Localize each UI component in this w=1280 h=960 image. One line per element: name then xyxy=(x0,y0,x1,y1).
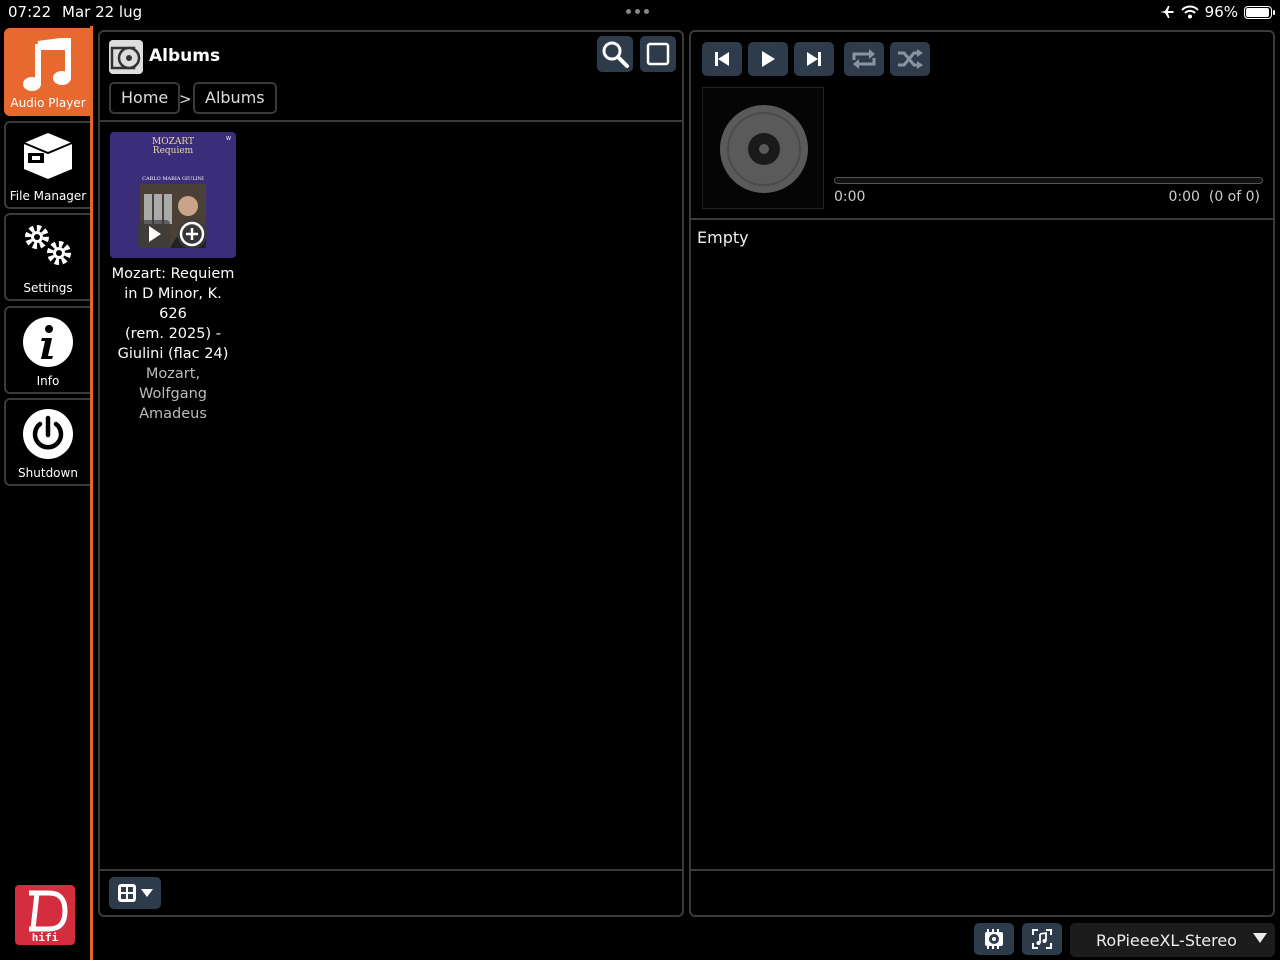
zone-select[interactable]: RoPieeeXL-Stereo xyxy=(1070,923,1275,957)
sidebar-item-info[interactable]: Info xyxy=(4,306,90,394)
library-footer xyxy=(100,869,682,915)
sidebar-item-shutdown[interactable]: Shutdown xyxy=(4,398,90,486)
previous-button[interactable] xyxy=(702,42,742,76)
box-icon xyxy=(23,133,73,179)
breadcrumb-separator: > xyxy=(179,90,192,108)
sidebar-item-settings[interactable]: Settings xyxy=(4,213,90,301)
info-icon xyxy=(23,317,73,367)
queue-count: (0 of 0) xyxy=(1208,189,1260,205)
device-button[interactable] xyxy=(974,923,1014,955)
progress-bar[interactable] xyxy=(834,177,1263,184)
library-panel: Albums Home > Albums W MOZART Requiem CA… xyxy=(98,30,684,917)
gears-icon xyxy=(25,225,71,265)
track-position: 0:00 xyxy=(834,189,866,205)
album-art-placeholder xyxy=(702,87,824,209)
album-card[interactable]: W MOZART Requiem CARLO MARIA GIULINI Moz… xyxy=(110,132,236,424)
view-mode-button[interactable] xyxy=(109,877,161,909)
power-icon xyxy=(23,409,73,459)
device-icon xyxy=(985,929,1003,949)
search-button[interactable] xyxy=(597,36,633,72)
search-icon xyxy=(602,41,629,68)
sidebar-item-label: File Manager xyxy=(9,189,87,203)
status-bar: 07:22 Mar 22 lug 96% xyxy=(0,0,1280,26)
next-icon xyxy=(807,52,821,66)
disc-icon xyxy=(720,105,808,193)
cover-subtitle: CARLO MARIA GIULINI xyxy=(142,176,204,182)
track-duration: 0:00 (0 of 0) xyxy=(1168,189,1261,205)
page-title: Albums xyxy=(149,46,221,66)
sidebar-item-label: Settings xyxy=(23,281,73,295)
queue-empty-text: Empty xyxy=(697,228,749,247)
repeat-button[interactable] xyxy=(844,42,884,76)
player-controls-area: 0:00 0:00 (0 of 0) xyxy=(691,32,1273,220)
status-time: 07:22 xyxy=(8,3,52,21)
music-note-icon xyxy=(23,38,71,91)
grid-icon xyxy=(118,884,136,902)
dhifi-logo: hifi xyxy=(15,885,75,945)
sidebar-item-label: Audio Player xyxy=(10,96,86,110)
next-button[interactable] xyxy=(794,42,834,76)
play-button[interactable] xyxy=(748,42,788,76)
chevron-down-icon xyxy=(141,889,153,897)
checkbox-square-icon xyxy=(646,42,670,66)
status-date: Mar 22 lug xyxy=(62,3,143,21)
now-playing-button[interactable] xyxy=(1022,923,1062,955)
multitasking-dots-icon[interactable] xyxy=(626,9,649,14)
album-artist[interactable]: Mozart, Wolfgang Amadeus xyxy=(110,364,236,424)
albums-icon xyxy=(109,40,143,74)
battery-percent: 96% xyxy=(1204,3,1238,21)
player-panel: 0:00 0:00 (0 of 0) Empty xyxy=(689,30,1275,917)
wifi-icon xyxy=(1180,5,1199,19)
previous-icon xyxy=(715,52,729,66)
shuffle-icon xyxy=(898,49,923,69)
breadcrumb-albums[interactable]: Albums xyxy=(193,82,277,114)
play-icon xyxy=(762,51,775,67)
sidebar-item-label: Shutdown xyxy=(18,466,78,480)
player-footer xyxy=(691,869,1273,915)
repeat-icon xyxy=(852,49,876,69)
select-button[interactable] xyxy=(640,36,676,72)
album-cover[interactable]: W MOZART Requiem CARLO MARIA GIULINI xyxy=(110,132,236,258)
zone-name: RoPieeeXL-Stereo xyxy=(1096,931,1237,950)
add-album-icon[interactable] xyxy=(176,218,208,250)
sidebar: Audio Player File Manager Settings Info xyxy=(0,26,93,960)
breadcrumb-home[interactable]: Home xyxy=(109,82,181,114)
battery-icon xyxy=(1244,5,1275,19)
shuffle-button[interactable] xyxy=(890,42,930,76)
cover-title: MOZART Requiem xyxy=(152,137,194,156)
album-title[interactable]: Mozart: Requiem in D Minor, K. 626 (rem.… xyxy=(110,264,236,364)
logo-text: hifi xyxy=(32,931,59,944)
chevron-down-icon xyxy=(1253,933,1267,943)
play-album-icon[interactable] xyxy=(138,220,170,248)
sidebar-item-file-manager[interactable]: File Manager xyxy=(4,121,90,209)
music-frame-icon xyxy=(1032,929,1052,949)
airplane-icon xyxy=(1159,6,1174,18)
sidebar-item-label: Info xyxy=(36,374,60,388)
library-header: Albums Home > Albums xyxy=(100,32,682,122)
sidebar-item-audio-player[interactable]: Audio Player xyxy=(4,28,90,116)
